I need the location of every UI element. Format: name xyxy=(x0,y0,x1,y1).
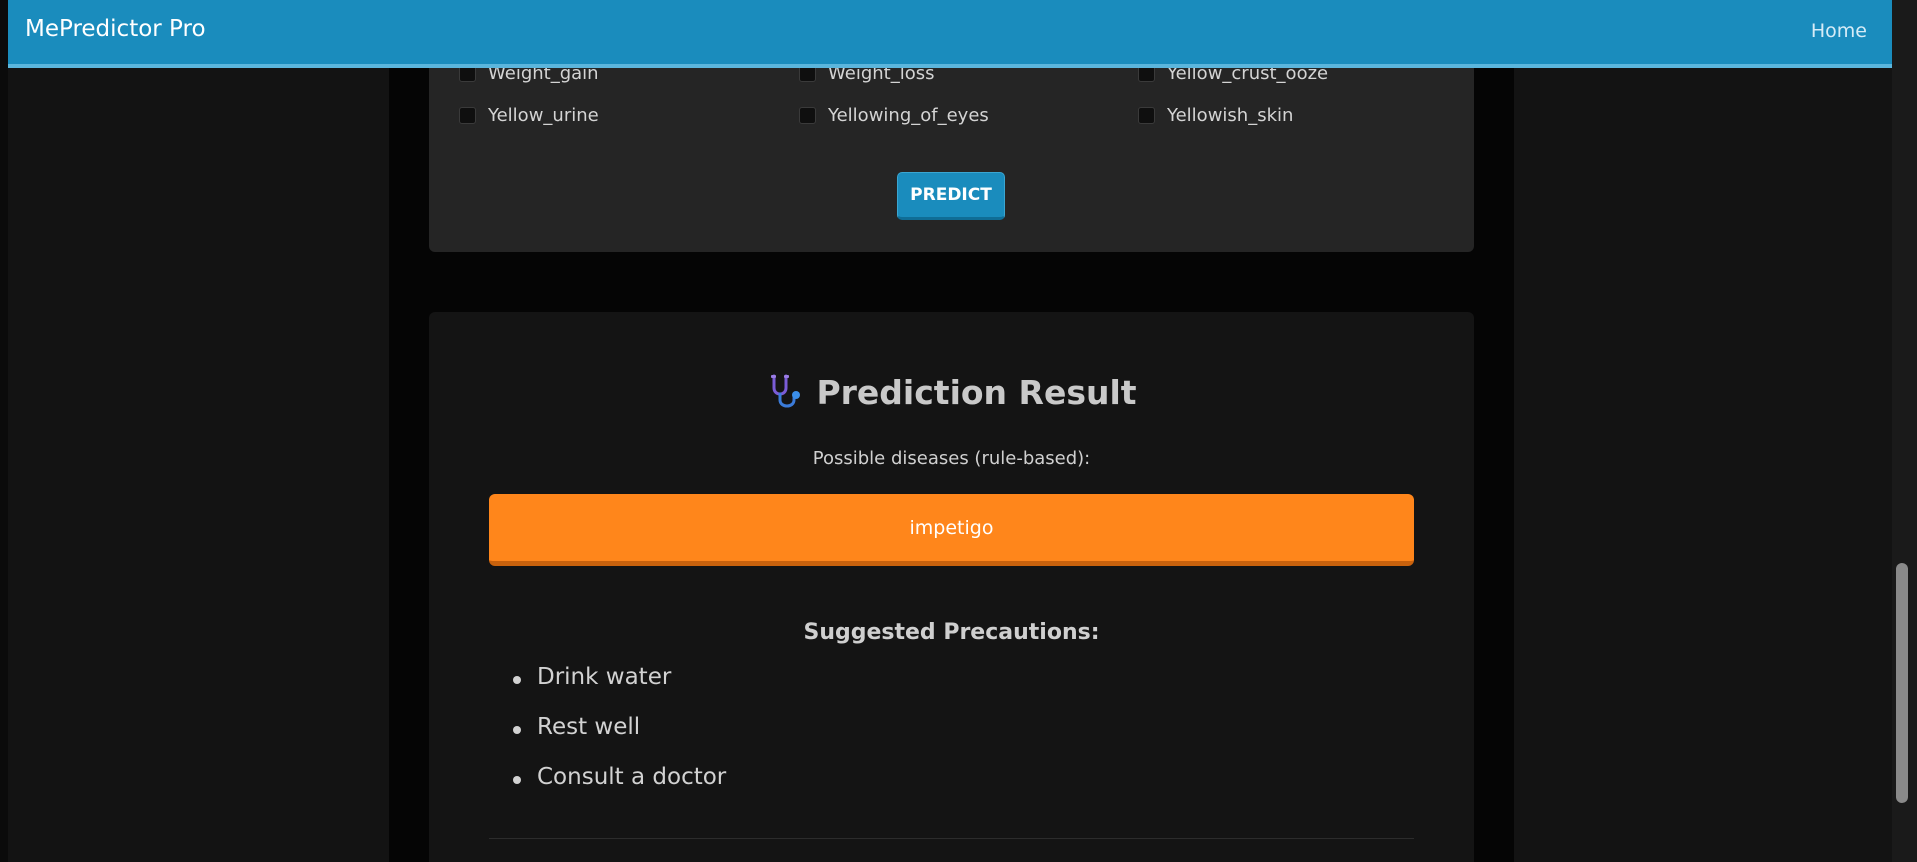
symptom-label: Yellowish_skin xyxy=(1167,104,1294,126)
precautions-list: Drink water Rest well Consult a doctor xyxy=(513,664,726,814)
top-navbar: MePredictor Pro Home xyxy=(8,0,1892,68)
prediction-result-card: Prediction Result Possible diseases (rul… xyxy=(429,312,1474,862)
precaution-item: Drink water xyxy=(513,664,726,714)
checkbox[interactable] xyxy=(459,106,476,124)
predicted-disease-badge: impetigo xyxy=(489,494,1414,566)
symptom-label: Yellow_urine xyxy=(488,104,599,126)
precaution-item: Rest well xyxy=(513,714,726,764)
result-heading: Prediction Result xyxy=(429,372,1474,412)
stethoscope-icon xyxy=(766,372,806,412)
brand-logo-text[interactable]: MePredictor Pro xyxy=(25,16,206,42)
result-subtitle: Possible diseases (rule-based): xyxy=(812,448,1091,469)
scrollbar-thumb[interactable] xyxy=(1896,563,1908,803)
symptom-checkbox-yellowing-of-eyes[interactable]: Yellowing_of_eyes xyxy=(799,100,989,130)
app-viewport: Weight_gain Weight_loss Yellow_crust_ooz… xyxy=(0,0,1917,862)
symptom-row: Yellow_urine Yellowing_of_eyes Yellowish… xyxy=(459,100,1449,130)
checkbox[interactable] xyxy=(799,106,816,124)
symptom-label: Yellowing_of_eyes xyxy=(828,104,989,126)
symptom-checkbox-yellow-urine[interactable]: Yellow_urine xyxy=(459,100,599,130)
nav-home-link[interactable]: Home xyxy=(1811,20,1867,42)
predict-button[interactable]: PREDICT xyxy=(897,172,1005,220)
divider xyxy=(489,838,1414,839)
precautions-heading: Suggested Precautions: xyxy=(803,620,1100,645)
symptom-checkbox-yellowish-skin[interactable]: Yellowish_skin xyxy=(1138,100,1293,130)
precaution-item: Consult a doctor xyxy=(513,764,726,814)
checkbox[interactable] xyxy=(1138,106,1155,124)
result-title: Prediction Result xyxy=(816,372,1137,412)
